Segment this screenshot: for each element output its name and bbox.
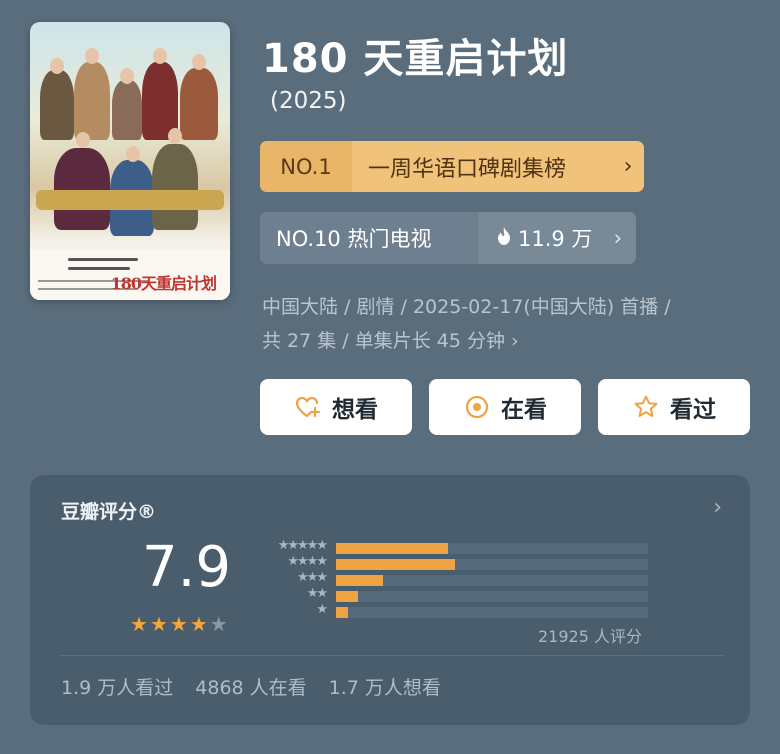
rank-number: NO.1	[260, 141, 352, 192]
heart-plus-icon	[294, 393, 322, 421]
show-title: 180 天重启计划	[262, 36, 569, 82]
heat-index: 11.9 万 ›	[478, 212, 636, 264]
watched-label: 看过	[670, 397, 716, 423]
star-level-label: ★★	[306, 586, 328, 601]
rating-score: 7.9	[142, 535, 232, 600]
star-level-label: ★	[316, 602, 328, 617]
heat-value: 11.9 万	[518, 227, 593, 251]
rating-bar-fill	[336, 559, 455, 570]
poster-image[interactable]: 180天重启计划	[30, 22, 230, 300]
chevron-right-icon: ›	[613, 226, 622, 250]
poster-cast-illustration	[36, 40, 224, 250]
watched-button[interactable]: 看过	[598, 379, 750, 435]
show-metadata[interactable]: 中国大陆 / 剧情 / 2025-02-17(中国大陆) 首播 / 共 27 集…	[262, 290, 752, 358]
flame-icon	[496, 226, 512, 251]
star-level-label: ★★★★★	[277, 538, 328, 553]
rating-card[interactable]: 豆瓣评分® › 7.9 ★ ★ ★ ★ ★ ★★★★★ ★★★★ ★★★ ★★ ★ 21925 …	[30, 475, 750, 725]
star-filled-icon: ★	[169, 612, 188, 636]
star-filled-icon: ★	[149, 612, 168, 636]
rank-chart-name: 一周华语口碑剧集榜	[368, 156, 567, 182]
rating-bar-fill	[336, 591, 358, 602]
chevron-right-icon: ›	[511, 330, 519, 352]
weekly-chart-rank-badge[interactable]: NO.1 一周华语口碑剧集榜 ›	[260, 141, 644, 192]
star-filled-icon: ★	[189, 612, 208, 636]
star-level-label: ★★★★	[287, 554, 328, 569]
star-empty-icon: ★	[209, 612, 228, 636]
action-buttons: 想看 在看 看过	[260, 379, 750, 435]
want-count[interactable]: 1.7 万人想看	[329, 673, 441, 700]
rating-bar-fill	[336, 607, 349, 618]
rating-stars: ★ ★ ★ ★ ★	[130, 612, 228, 636]
rating-bar-track	[336, 591, 648, 602]
watching-label: 在看	[501, 397, 547, 423]
rating-bar-track	[336, 575, 648, 586]
rating-bar-fill	[336, 575, 383, 586]
want-to-watch-label: 想看	[332, 397, 378, 423]
watching-count[interactable]: 4868 人在看	[195, 673, 306, 700]
divider	[60, 655, 724, 656]
rating-distribution: ★★★★★ ★★★★ ★★★ ★★ ★	[256, 538, 656, 621]
audience-stats: 1.9 万人看过 4868 人在看 1.7 万人想看	[61, 673, 441, 700]
rating-bar-fill	[336, 543, 449, 554]
rating-bar-track	[336, 607, 648, 618]
metadata-line-1: 中国大陆 / 剧情 / 2025-02-17(中国大陆) 首播 /	[262, 296, 671, 318]
hot-tv-rank-badge[interactable]: NO.10 热门电视 11.9 万 ›	[260, 212, 636, 264]
poster-caption: 180天重启计划	[30, 250, 230, 300]
watching-button[interactable]: 在看	[429, 379, 581, 435]
poster-title-art: 180天重启计划	[110, 274, 217, 293]
metadata-line-2: 共 27 集 / 单集片长 45 分钟 ›	[262, 330, 519, 352]
rating-distribution-row: ★	[256, 602, 656, 621]
star-level-label: ★★★	[297, 570, 328, 585]
rating-bar-track	[336, 543, 648, 554]
hot-tv-rank-label: NO.10 热门电视	[276, 227, 432, 251]
star-filled-icon: ★	[130, 612, 148, 636]
chevron-right-icon[interactable]: ›	[713, 495, 722, 520]
rating-bar-track	[336, 559, 648, 570]
star-outline-icon	[632, 393, 660, 421]
show-year: (2025)	[270, 88, 347, 114]
chevron-right-icon: ›	[623, 154, 633, 179]
rating-header: 豆瓣评分®	[61, 501, 157, 523]
rating-count: 21925 人评分	[538, 627, 642, 646]
target-icon	[463, 393, 491, 421]
watched-count[interactable]: 1.9 万人看过	[61, 673, 173, 700]
want-to-watch-button[interactable]: 想看	[260, 379, 412, 435]
